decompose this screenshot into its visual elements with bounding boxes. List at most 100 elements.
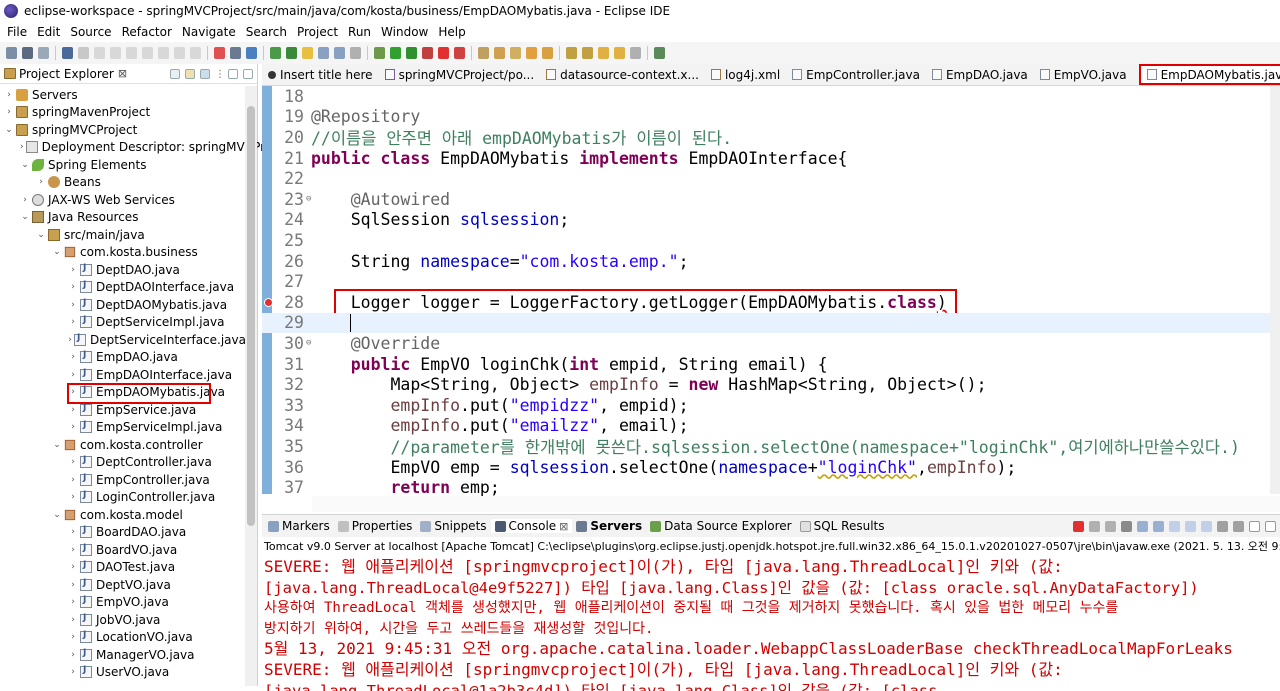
chevron-down-icon[interactable]: ⌄ bbox=[4, 125, 14, 135]
chevron-down-icon[interactable]: ⌄ bbox=[36, 230, 46, 240]
link-with-editor-icon[interactable] bbox=[185, 68, 195, 79]
save-all-icon[interactable] bbox=[38, 47, 49, 59]
collapse-all-icon[interactable] bbox=[170, 68, 180, 79]
tree-item-file[interactable]: › DeptServiceInterface.java bbox=[0, 331, 246, 349]
project-explorer-scrollbar[interactable] bbox=[245, 86, 257, 686]
chevron-right-icon[interactable]: › bbox=[68, 335, 72, 345]
tree-item-file[interactable]: › DeptController.java bbox=[0, 454, 246, 472]
tree-item-spring-elements[interactable]: ⌄ Spring Elements bbox=[0, 156, 246, 174]
new-class-icon[interactable] bbox=[510, 47, 521, 59]
remove-launch-icon[interactable] bbox=[1089, 520, 1100, 532]
remove-all-icon[interactable] bbox=[1105, 520, 1116, 532]
tab-empdaomybatis-active[interactable]: EmpDAOMybatis.java ⊠ bbox=[1138, 64, 1280, 85]
chevron-right-icon[interactable]: › bbox=[68, 597, 78, 607]
scroll-lock-icon[interactable] bbox=[1137, 520, 1148, 532]
editor-horizontal-scrollbar[interactable] bbox=[312, 496, 1280, 512]
external-tools-icon[interactable] bbox=[422, 47, 433, 59]
tab-datasource-context[interactable]: datasource-context.x... bbox=[540, 64, 705, 86]
skip-breakpoints-icon[interactable] bbox=[78, 47, 89, 59]
tree-item-file[interactable]: › DeptServiceImpl.java bbox=[0, 314, 246, 332]
tab-properties[interactable]: Properties bbox=[334, 519, 417, 533]
tab-servers[interactable]: Servers bbox=[572, 519, 646, 533]
last-edit-location-icon[interactable] bbox=[598, 47, 609, 59]
close-icon[interactable]: ⊠ bbox=[118, 67, 127, 80]
tree-item-springmvcproject[interactable]: ⌄ springMVCProject bbox=[0, 121, 246, 139]
server-icon[interactable] bbox=[230, 47, 241, 59]
tree-item-file[interactable]: › DeptDAO.java bbox=[0, 261, 246, 279]
menu-file[interactable]: File bbox=[2, 25, 32, 39]
chevron-right-icon[interactable]: › bbox=[20, 195, 30, 205]
word-wrap-icon[interactable] bbox=[1153, 520, 1164, 532]
tab-sql-results[interactable]: SQL Results bbox=[796, 519, 889, 533]
chevron-right-icon[interactable]: › bbox=[68, 632, 78, 642]
tab-snippets[interactable]: Snippets bbox=[416, 519, 490, 533]
view-menu-icon[interactable]: ⋮ bbox=[215, 69, 225, 80]
disconnect-icon[interactable] bbox=[142, 47, 153, 59]
save-icon[interactable] bbox=[22, 47, 33, 59]
tree-item-file[interactable]: › EmpController.java bbox=[0, 471, 246, 489]
filter-icon[interactable] bbox=[200, 68, 210, 79]
chevron-right-icon[interactable]: › bbox=[68, 405, 78, 415]
tree-item-file[interactable]: › DeptDAOMybatis.java bbox=[0, 296, 246, 314]
tab-empdao[interactable]: EmpDAO.java bbox=[926, 64, 1034, 86]
tree-item-file[interactable]: › EmpVO.java bbox=[0, 594, 246, 612]
tab-log4j[interactable]: log4j.xml bbox=[705, 64, 786, 86]
tree-item-file[interactable]: › EmpService.java bbox=[0, 401, 246, 419]
minimize-icon[interactable] bbox=[228, 68, 238, 79]
new-java-project-icon[interactable] bbox=[478, 47, 489, 59]
tab-markers[interactable]: Markers bbox=[264, 519, 334, 533]
open-perspective-icon[interactable] bbox=[654, 47, 665, 59]
menu-refactor[interactable]: Refactor bbox=[117, 25, 177, 39]
chevron-right-icon[interactable]: › bbox=[68, 475, 78, 485]
tab-insert-title[interactable]: Insert title here bbox=[262, 64, 379, 86]
tree-item-servers[interactable]: › Servers bbox=[0, 86, 246, 104]
open-console-icon[interactable] bbox=[1233, 520, 1244, 532]
show-on-stdout-icon[interactable] bbox=[1169, 520, 1180, 532]
block-selection-icon[interactable] bbox=[318, 47, 329, 59]
coverage-icon[interactable] bbox=[406, 47, 417, 59]
chevron-right-icon[interactable]: › bbox=[36, 177, 46, 187]
search-icon[interactable] bbox=[542, 47, 553, 59]
tree-item-beans[interactable]: › Beans bbox=[0, 174, 246, 192]
tree-item-file[interactable]: › EmpDAOInterface.java bbox=[0, 366, 246, 384]
tree-item-src-main-java[interactable]: ⌄ src/main/java bbox=[0, 226, 246, 244]
step-into-icon[interactable] bbox=[158, 47, 169, 59]
menu-help[interactable]: Help bbox=[433, 25, 470, 39]
tree-item-file[interactable]: › BoardVO.java bbox=[0, 541, 246, 559]
open-task-icon[interactable] bbox=[526, 47, 537, 59]
chevron-right-icon[interactable]: › bbox=[68, 352, 78, 362]
editor-vertical-scrollbar[interactable] bbox=[1270, 86, 1280, 494]
resume-icon[interactable] bbox=[94, 47, 105, 59]
chevron-down-icon[interactable]: ⌄ bbox=[20, 212, 30, 222]
show-on-stderr-icon[interactable] bbox=[1185, 520, 1196, 532]
code-editor[interactable]: 18 19 @Repository 20 //이름을 안주면 아래 empDAO… bbox=[262, 86, 1280, 512]
menu-run[interactable]: Run bbox=[343, 25, 376, 39]
globe-icon[interactable] bbox=[246, 47, 257, 59]
tree-item-file[interactable]: › DeptDAOInterface.java bbox=[0, 279, 246, 297]
chevron-right-icon[interactable]: › bbox=[68, 667, 78, 677]
close-icon[interactable]: ⊠ bbox=[559, 520, 568, 533]
chevron-down-icon[interactable]: ⌄ bbox=[52, 510, 62, 520]
pin-console-icon[interactable] bbox=[1201, 520, 1212, 532]
chevron-right-icon[interactable]: › bbox=[68, 317, 78, 327]
word-wrap-icon[interactable] bbox=[334, 47, 345, 59]
error-marker-icon[interactable] bbox=[264, 297, 273, 307]
tab-pom[interactable]: springMVCProject/po... bbox=[379, 64, 541, 86]
menu-window[interactable]: Window bbox=[376, 25, 433, 39]
pin-icon[interactable] bbox=[286, 47, 297, 59]
suspend-icon[interactable] bbox=[110, 47, 121, 59]
chevron-right-icon[interactable]: › bbox=[68, 265, 78, 275]
previous-annotation-icon[interactable] bbox=[582, 47, 593, 59]
chevron-right-icon[interactable]: › bbox=[68, 370, 78, 380]
maximize-icon[interactable] bbox=[1265, 520, 1276, 532]
debug-icon[interactable] bbox=[374, 47, 385, 59]
chevron-right-icon[interactable]: › bbox=[68, 545, 78, 555]
tree-item-deployment-descriptor[interactable]: › Deployment Descriptor: springMVCPr bbox=[0, 139, 265, 157]
tree-item-package-business[interactable]: ⌄ com.kosta.business bbox=[0, 244, 246, 262]
tree-item-file[interactable]: › BoardDAO.java bbox=[0, 524, 246, 542]
highlight-icon[interactable] bbox=[302, 47, 313, 59]
chevron-right-icon[interactable]: › bbox=[68, 300, 78, 310]
tree-item-file[interactable]: › ManagerVO.java bbox=[0, 646, 246, 664]
forward-icon[interactable] bbox=[630, 47, 641, 59]
tree-item-file[interactable]: › LocationVO.java bbox=[0, 629, 246, 647]
